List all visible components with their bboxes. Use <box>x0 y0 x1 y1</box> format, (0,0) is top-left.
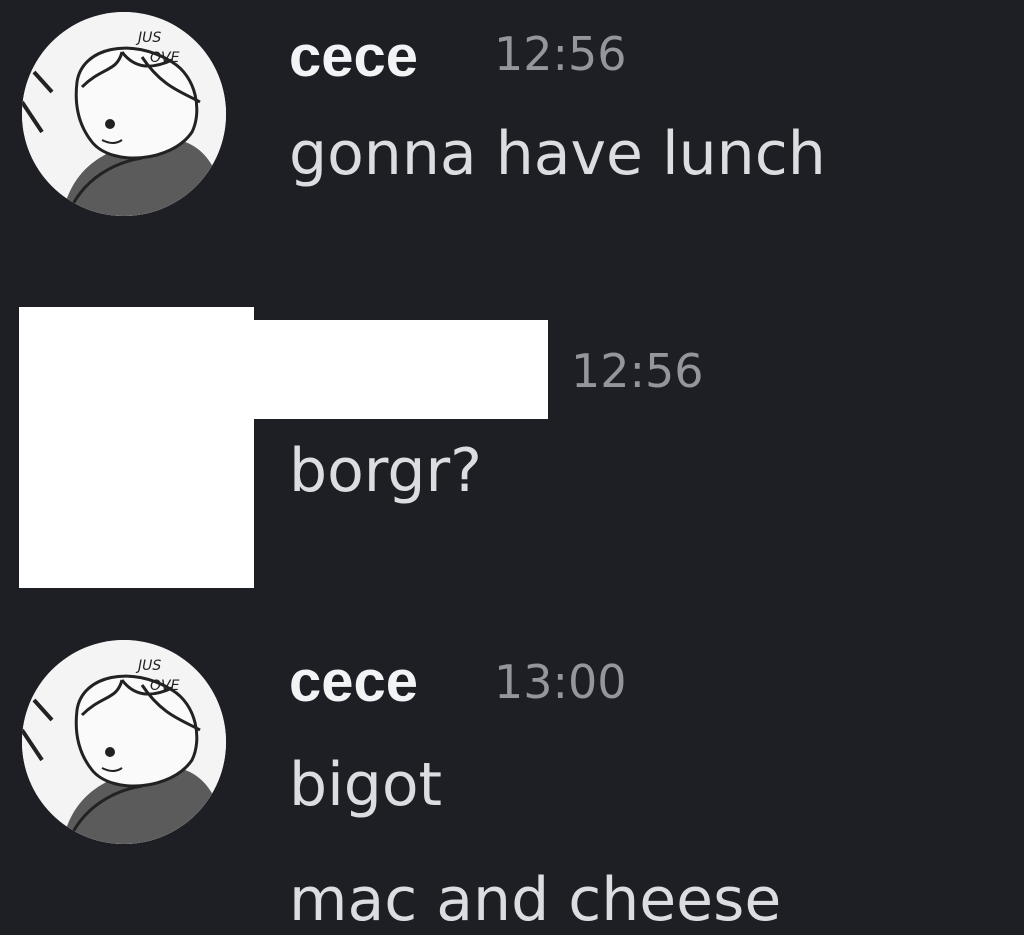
timestamp: 13:00 <box>494 655 627 709</box>
avatar-caption-text: OVE <box>150 678 180 694</box>
user-avatar[interactable]: JUS OVE <box>22 640 226 844</box>
message-text: mac and cheese <box>289 865 782 935</box>
username[interactable]: cece <box>289 653 418 711</box>
avatar-caption-text: JUS <box>135 658 161 674</box>
manga-avatar-icon: JUS OVE <box>22 640 226 844</box>
message-group: JUS OVE cece 13:00 bigot mac and cheese <box>0 0 1024 930</box>
message-text: bigot <box>289 750 443 820</box>
